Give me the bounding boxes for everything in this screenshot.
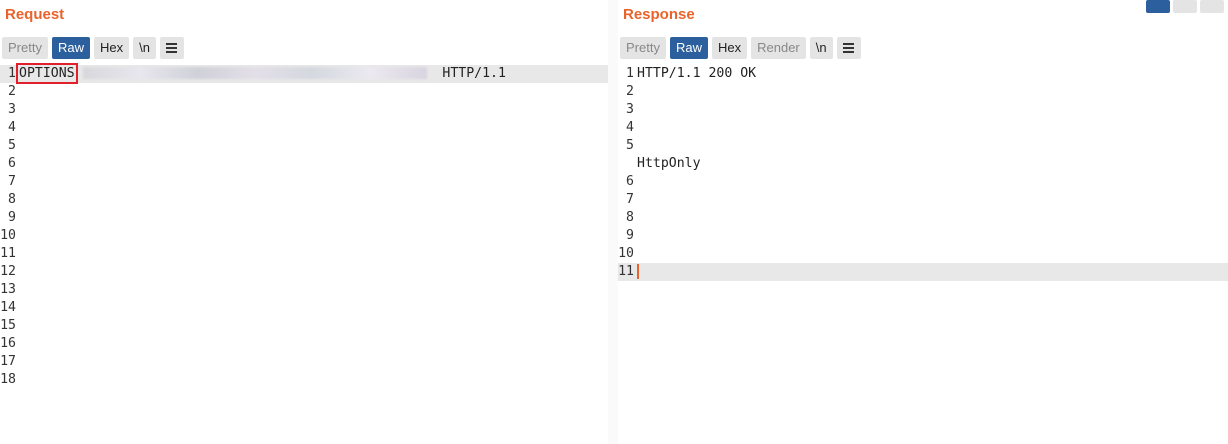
line-number: 17	[0, 354, 16, 369]
line-number: 6	[8, 156, 16, 171]
line-number: 10	[0, 228, 16, 243]
tab-hex[interactable]: Hex	[711, 37, 748, 59]
request-headers: 2 3 4 5 6 7 8 9 10 11 12 13 14 15 16 17 18	[0, 83, 608, 389]
header-line: 3	[618, 101, 1228, 119]
line-number: 5	[626, 138, 634, 153]
request-protocol: HTTP/1.1	[442, 66, 506, 81]
line-content	[637, 263, 1228, 281]
line-number: 10	[618, 246, 634, 261]
pane-divider[interactable]	[608, 0, 618, 444]
menu-button[interactable]	[159, 37, 184, 59]
header-line: 6	[0, 155, 608, 173]
tab-newline-toggle[interactable]: \n	[809, 37, 833, 59]
response-pane: Response Pretty Raw Hex Render \n 1 HTTP…	[618, 0, 1228, 444]
line-number: 2	[626, 84, 634, 99]
layout-toggle	[1146, 0, 1224, 13]
request-pane: Request Pretty Raw Hex \n 1 OPTIONS HTTP…	[0, 0, 616, 444]
horizontal-layout-icon[interactable]	[1173, 0, 1197, 13]
header-line: 5	[0, 137, 608, 155]
header-continuation: HttpOnly	[618, 155, 1228, 173]
line-number: 5	[8, 138, 16, 153]
line-number: 4	[626, 120, 634, 135]
header-line: 3	[0, 101, 608, 119]
header-line: 7	[0, 173, 608, 191]
split-layout-icon[interactable]	[1146, 0, 1170, 13]
text-caret	[637, 263, 639, 279]
header-line: 5	[618, 137, 1228, 155]
header-line: 4	[0, 119, 608, 137]
single-layout-icon[interactable]	[1200, 0, 1224, 13]
header-line: 13	[0, 281, 608, 299]
line-content	[637, 245, 1228, 263]
header-line: 17	[0, 353, 608, 371]
request-editor[interactable]: 1 OPTIONS HTTP/1.1 2 3 4 5 6 7 8 9 10 11 12 13 14 15 1…	[0, 63, 608, 444]
request-line: 1 OPTIONS HTTP/1.1	[0, 63, 608, 84]
line-number: 13	[0, 282, 16, 297]
header-line: 8	[618, 209, 1228, 227]
response-title: Response	[623, 6, 695, 23]
header-line: 12	[0, 263, 608, 281]
request-title: Request	[5, 6, 65, 23]
empty-line: 10	[618, 245, 1228, 263]
empty-line: 11	[618, 263, 1228, 281]
header-line: 15	[0, 317, 608, 335]
tab-newline-toggle[interactable]: \n	[133, 37, 156, 59]
line-number: 18	[0, 372, 16, 387]
hamburger-icon	[166, 43, 178, 53]
line-number: 16	[0, 336, 16, 351]
line-number: 8	[8, 192, 16, 207]
header-line: 14	[0, 299, 608, 317]
tab-raw[interactable]: Raw	[669, 37, 708, 59]
line-number: 2	[8, 84, 16, 99]
line-number: 11	[0, 246, 16, 261]
line-number: 14	[0, 300, 16, 315]
redacted-url	[82, 67, 427, 79]
line-number: 9	[626, 228, 634, 243]
tab-pretty[interactable]: Pretty	[2, 37, 48, 59]
header-line: 18	[0, 371, 608, 389]
tab-raw[interactable]: Raw	[51, 37, 90, 59]
response-headers: 2 3 4 5 HttpOnly 6 7 8 9 10 11	[618, 83, 1228, 281]
line-number	[618, 155, 637, 173]
line-number: 15	[0, 318, 16, 333]
response-view-tabs: Pretty Raw Hex Render \n	[620, 37, 861, 59]
tab-hex[interactable]: Hex	[93, 37, 130, 59]
method-highlight: OPTIONS	[16, 63, 78, 84]
header-line: 6	[618, 173, 1228, 191]
header-line: 16	[0, 335, 608, 353]
tab-render[interactable]: Render	[751, 37, 806, 59]
header-line: 4	[618, 119, 1228, 137]
status-line: 1 HTTP/1.1 200 OK	[626, 66, 757, 81]
line-number: 4	[8, 120, 16, 135]
header-line: 2	[0, 83, 608, 101]
response-editor[interactable]: 1 HTTP/1.1 200 OK 2 3 4 5 HttpOnly 6 7 8 9 10 11	[618, 65, 1228, 444]
line-number: 6	[626, 174, 634, 189]
header-line: 11	[0, 245, 608, 263]
request-view-tabs: Pretty Raw Hex \n	[2, 37, 184, 59]
header-line: 9	[0, 209, 608, 227]
header-line: 10	[0, 227, 608, 245]
line-number: 3	[626, 102, 634, 117]
header-line: 7	[618, 191, 1228, 209]
header-line: 2	[618, 83, 1228, 101]
line-number: 8	[626, 210, 634, 225]
line-number: 3	[8, 102, 16, 117]
httponly-flag: HttpOnly	[637, 156, 701, 171]
line-number: 12	[0, 264, 16, 279]
hamburger-icon	[843, 43, 855, 53]
header-line: 8	[0, 191, 608, 209]
line-number: 7	[626, 192, 634, 207]
line-number: 7	[8, 174, 16, 189]
header-line: 9	[618, 227, 1228, 245]
line-number: 11	[618, 264, 634, 279]
line-number: 9	[8, 210, 16, 225]
tab-pretty[interactable]: Pretty	[620, 37, 666, 59]
menu-button[interactable]	[836, 37, 861, 59]
